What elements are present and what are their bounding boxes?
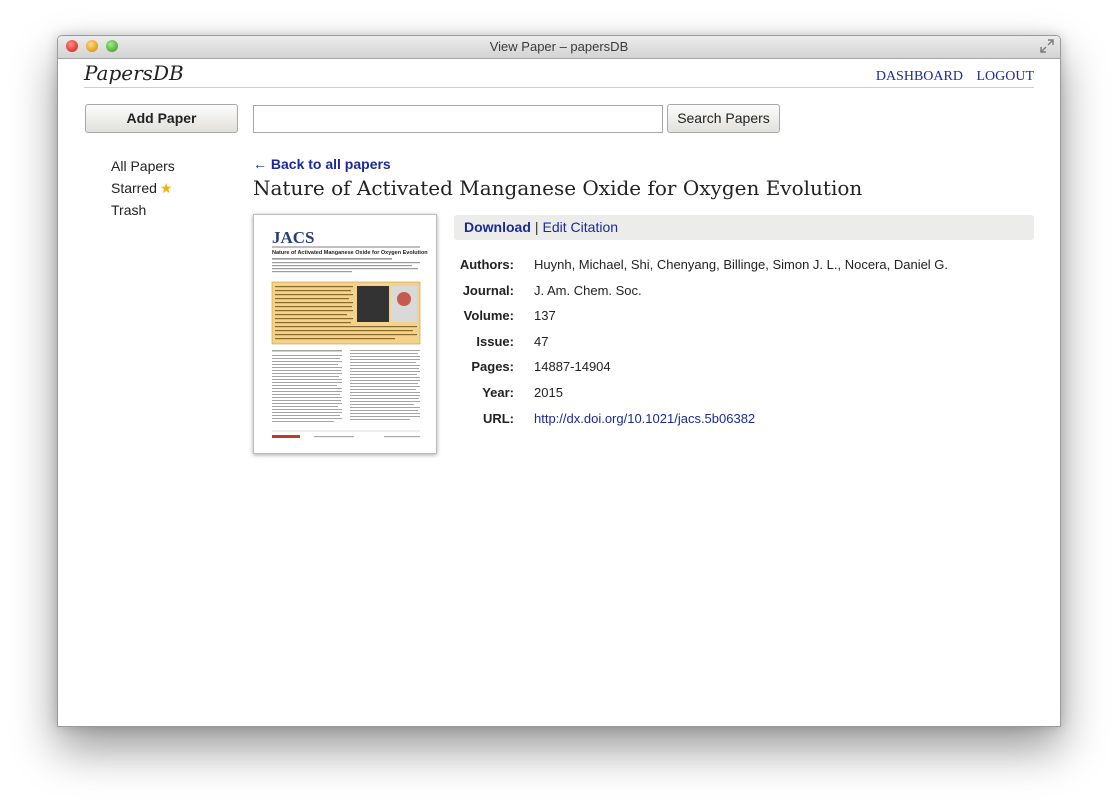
app-logo[interactable]: PapersDB — [84, 61, 184, 85]
title-bar: View Paper – papersDB — [58, 36, 1060, 59]
meta-row-journal: Journal: J. Am. Chem. Soc. — [454, 278, 948, 304]
meta-value: 2015 — [534, 384, 563, 400]
paper-actions-bar: Download | Edit Citation — [454, 215, 1034, 240]
star-icon: ★ — [159, 180, 173, 196]
edit-citation-link[interactable]: Edit Citation — [543, 215, 618, 240]
meta-label: Volume: — [463, 308, 514, 324]
dashboard-link[interactable]: DASHBOARD — [876, 69, 963, 84]
meta-row-authors: Authors: Huynh, Michael, Shi, Chenyang, B… — [454, 252, 948, 278]
meta-row-url: URL: http://dx.doi.org/10.1021/jacs.5b063… — [454, 406, 948, 432]
meta-row-pages: Pages: 14887-14904 — [454, 354, 948, 380]
fullscreen-icon[interactable] — [1040, 39, 1054, 53]
sidebar-item-trash[interactable]: Trash — [111, 199, 175, 221]
actions-separator: | — [534, 219, 539, 235]
sidebar-item-all-papers[interactable]: All Papers — [111, 155, 175, 177]
app-window: View Paper – papersDB PapersDB DASHBOARD… — [57, 35, 1061, 727]
meta-row-issue: Issue: 47 — [454, 329, 948, 355]
thumbnail-paper-title: Nature of Activated Manganese Oxide for … — [272, 250, 428, 256]
back-link[interactable]: ← Back to all papers — [253, 156, 391, 172]
meta-label: Authors: — [459, 257, 514, 272]
header-divider — [84, 87, 1034, 88]
meta-label: URL: — [482, 410, 514, 426]
page-content: PapersDB DASHBOARD LOGOUT Add Paper Sear… — [58, 59, 1060, 726]
paper-thumbnail[interactable]: JACS Nature of Activated Manganese Oxide… — [253, 214, 437, 454]
search-papers-button[interactable]: Search Papers — [667, 104, 780, 133]
paper-first-page-preview: JACS Nature of Activated Manganese Oxide… — [271, 228, 428, 438]
meta-label: Year: — [482, 384, 514, 400]
meta-label: Journal: — [462, 282, 514, 298]
journal-logo: JACS — [272, 228, 315, 247]
paper-url-link[interactable]: http://dx.doi.org/10.1021/jacs.5b06382 — [534, 406, 755, 432]
paper-metadata: Authors: Huynh, Michael, Shi, Chenyang, B… — [454, 252, 948, 431]
meta-label: Issue: — [476, 333, 514, 349]
sidebar: All Papers Starred ★ Trash — [111, 155, 175, 221]
sidebar-item-label: Starred — [111, 180, 157, 196]
meta-label: Pages: — [471, 359, 514, 375]
meta-value: J. Am. Chem. Soc. — [534, 282, 642, 298]
page-title: Nature of Activated Manganese Oxide for … — [253, 176, 863, 200]
search-input[interactable] — [253, 105, 663, 133]
top-nav: DASHBOARD LOGOUT — [866, 69, 1034, 85]
meta-value: 14887-14904 — [534, 359, 611, 375]
meta-value: 47 — [534, 333, 549, 349]
sidebar-item-starred[interactable]: Starred ★ — [111, 177, 175, 199]
window-title: View Paper – papersDB — [489, 39, 629, 54]
meta-value: Huynh, Michael, Shi, Chenyang, Billinge,… — [534, 257, 949, 272]
logout-link[interactable]: LOGOUT — [976, 69, 1034, 84]
meta-row-year: Year: 2015 — [454, 380, 948, 406]
download-link[interactable]: Download — [464, 215, 531, 240]
meta-row-volume: Volume: 137 — [454, 303, 948, 329]
add-paper-button[interactable]: Add Paper — [85, 104, 238, 133]
meta-value: 137 — [534, 308, 556, 324]
